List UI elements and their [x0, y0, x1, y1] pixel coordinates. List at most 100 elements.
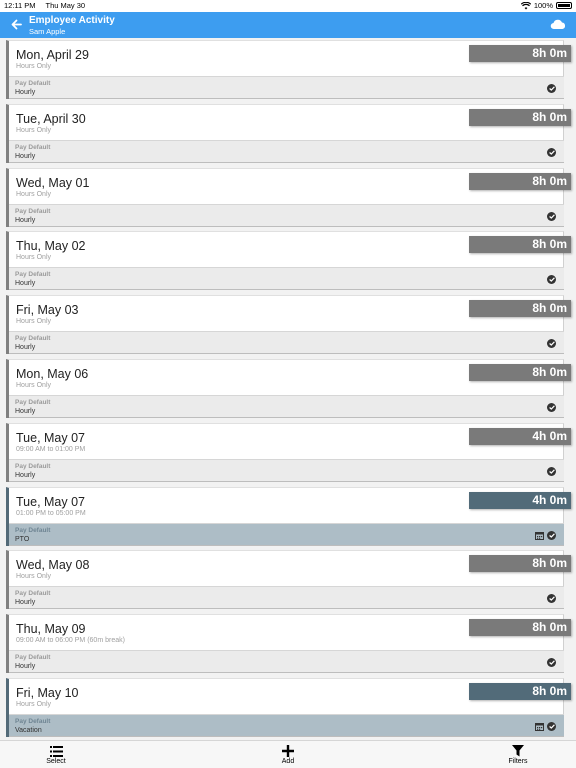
check-circle-icon: [547, 339, 556, 349]
pay-type-label: Pay Default: [15, 207, 51, 215]
entry-time-range: Hours Only: [16, 126, 52, 134]
entry-time-range: Hours Only: [16, 318, 52, 326]
pay-type-value: Hourly: [15, 216, 36, 224]
pay-type-label: Pay Default: [15, 590, 51, 598]
entry-date: Mon, April 29: [16, 48, 89, 62]
activity-entry[interactable]: Thu, May 02 Hours Only 8h 0m Pay Default…: [6, 231, 571, 291]
entry-time-range: Hours Only: [16, 63, 52, 70]
entry-pay-section: Pay Default Hourly: [9, 458, 564, 482]
page-title: Employee Activity: [29, 15, 115, 26]
pay-type-value: Hourly: [15, 471, 36, 479]
add-button[interactable]: Add: [258, 744, 318, 765]
check-circle-icon: [547, 722, 556, 731]
entry-date: Tue, May 07: [16, 494, 86, 509]
pay-type-value: Vacation: [15, 727, 42, 734]
entry-hours-badge: 8h 0m: [469, 364, 571, 381]
check-circle-icon: [547, 147, 556, 157]
entry-pay-section: Pay Default Hourly: [9, 203, 564, 227]
activity-entry[interactable]: Tue, May 07 09:00 AM to 01:00 PM 4h 0m P…: [6, 422, 571, 482]
activity-entry[interactable]: Mon, May 06 Hours Only 8h 0m Pay Default…: [6, 359, 571, 418]
entry-time-range: 09:00 AM to 06:00 PM (60m break): [16, 637, 125, 645]
entry-hours-badge: 8h 0m: [469, 45, 571, 62]
pay-type-value: Hourly: [15, 152, 36, 160]
entry-time-range: Hours Only: [16, 701, 52, 708]
activity-entry[interactable]: Wed, May 01 Hours Only 8h 0m Pay Default…: [6, 167, 571, 227]
check-circle-icon: [547, 530, 556, 540]
entry-date: Fri, May 03: [16, 303, 79, 318]
entry-hours-badge: 8h 0m: [469, 172, 571, 190]
pay-type-label: Pay Default: [15, 143, 51, 151]
entry-hours-badge: 4h 0m: [469, 427, 571, 445]
entry-hours-badge: 8h 0m: [469, 108, 571, 126]
list-icon: [49, 745, 63, 757]
entry-date: Mon, May 06: [16, 367, 89, 381]
activity-entry[interactable]: Mon, April 29 Hours Only 8h 0m Pay Defau…: [6, 40, 571, 99]
pay-type-value: Hourly: [15, 663, 36, 671]
pay-type-value: Hourly: [15, 408, 36, 415]
entry-time-range: 01:00 PM to 05:00 PM: [16, 509, 86, 517]
entry-hours-badge: 8h 0m: [469, 236, 571, 254]
check-circle-icon: [547, 658, 556, 668]
pay-type-label: Pay Default: [15, 271, 51, 279]
add-label: Add: [281, 758, 295, 765]
entry-date: Thu, May 09: [16, 622, 86, 637]
entry-pay-section: Pay Default Hourly: [9, 586, 564, 610]
check-circle-icon: [547, 466, 556, 476]
entry-hours-badge: 8h 0m: [469, 619, 571, 637]
pay-type-value: Hourly: [15, 599, 36, 607]
cloud-sync-icon[interactable]: [550, 18, 566, 30]
back-button[interactable]: [9, 17, 23, 31]
entry-date: Tue, May 07: [16, 430, 86, 445]
activity-entry[interactable]: Thu, May 09 09:00 AM to 06:00 PM (60m br…: [6, 614, 571, 674]
pay-type-value: Hourly: [15, 344, 36, 352]
pay-type-label: Pay Default: [15, 335, 51, 343]
activity-entry[interactable]: Tue, May 07 01:00 PM to 05:00 PM 4h 0m P…: [6, 486, 571, 546]
calendar-icon: [535, 723, 544, 731]
entry-time-range: Hours Only: [16, 190, 52, 198]
entry-date: Thu, May 02: [16, 239, 86, 254]
entry-hours-badge: 8h 0m: [469, 555, 571, 573]
activity-entry[interactable]: Fri, May 03 Hours Only 8h 0m Pay Default…: [6, 295, 571, 355]
status-date: Thu May 30: [45, 1, 86, 10]
navigation-bar: Employee Activity Sam Apple: [0, 12, 576, 38]
filters-button[interactable]: Filters: [488, 744, 548, 765]
entry-pay-section: Pay Default Vacation: [9, 714, 564, 737]
pay-type-value: Hourly: [15, 280, 36, 288]
select-button[interactable]: Select: [26, 744, 86, 765]
check-circle-icon: [547, 275, 556, 285]
entry-date: Tue, April 30: [16, 111, 86, 126]
battery-icon: [556, 2, 572, 9]
check-circle-icon: [547, 594, 556, 604]
plus-icon: [282, 745, 294, 757]
entry-time-range: Hours Only: [16, 254, 52, 262]
pay-type-value: PTO: [15, 535, 30, 543]
check-circle-icon: [547, 84, 556, 93]
pay-type-label: Pay Default: [15, 399, 51, 406]
entry-pay-section: Pay Default Hourly: [9, 650, 564, 674]
entry-pay-section: Pay Default Hourly: [9, 331, 564, 355]
entry-time-range: Hours Only: [16, 573, 52, 581]
entry-hours-badge: 8h 0m: [469, 683, 571, 700]
activity-entry[interactable]: Fri, May 10 Hours Only 8h 0m Pay Default…: [6, 678, 571, 737]
entry-date: Wed, May 08: [16, 558, 90, 573]
entry-date: Wed, May 01: [16, 175, 90, 190]
pay-type-label: Pay Default: [15, 526, 51, 534]
entry-pay-section: Pay Default Hourly: [9, 76, 564, 99]
status-bar: 12:11 PM Thu May 30 100%: [0, 0, 576, 12]
pay-type-label: Pay Default: [15, 80, 51, 87]
status-time: 12:11 PM: [4, 1, 36, 10]
filters-label: Filters: [508, 758, 528, 765]
entry-hours-badge: 4h 0m: [469, 491, 571, 509]
entry-pay-section: Pay Default Hourly: [9, 139, 564, 163]
entry-pay-section: Pay Default PTO: [9, 522, 564, 546]
entry-pay-section: Pay Default Hourly: [9, 395, 564, 418]
pay-type-label: Pay Default: [15, 718, 51, 725]
entry-pay-section: Pay Default Hourly: [9, 267, 564, 291]
activity-entry[interactable]: Tue, April 30 Hours Only 8h 0m Pay Defau…: [6, 103, 571, 163]
pay-type-value: Hourly: [15, 89, 36, 96]
filter-icon: [512, 745, 524, 757]
activity-entry[interactable]: Wed, May 08 Hours Only 8h 0m Pay Default…: [6, 550, 571, 610]
entry-time-range: Hours Only: [16, 382, 52, 389]
select-label: Select: [46, 758, 66, 765]
calendar-icon: [535, 531, 544, 540]
